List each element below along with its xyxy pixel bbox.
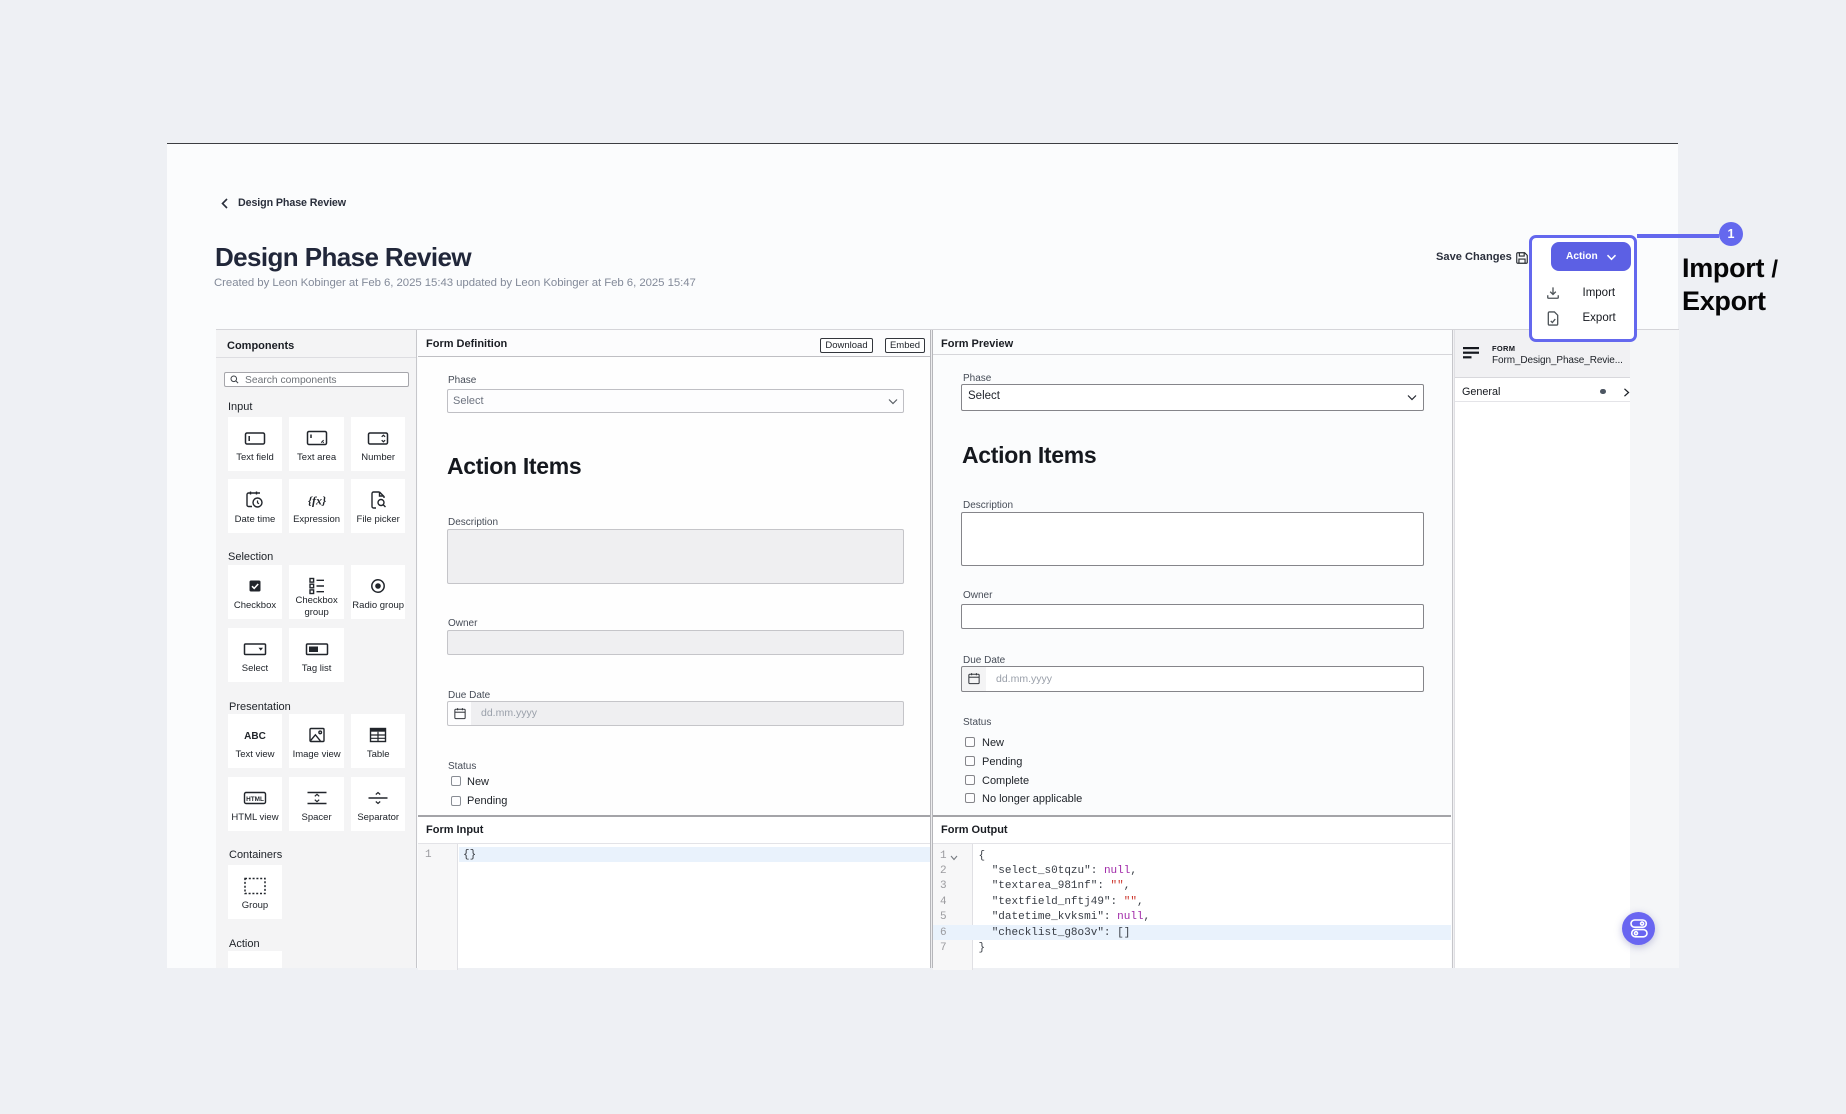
svg-text:HTML: HTML xyxy=(246,796,264,803)
svg-text:{fx}: {fx} xyxy=(307,493,326,507)
svg-text:ABC: ABC xyxy=(244,731,266,742)
